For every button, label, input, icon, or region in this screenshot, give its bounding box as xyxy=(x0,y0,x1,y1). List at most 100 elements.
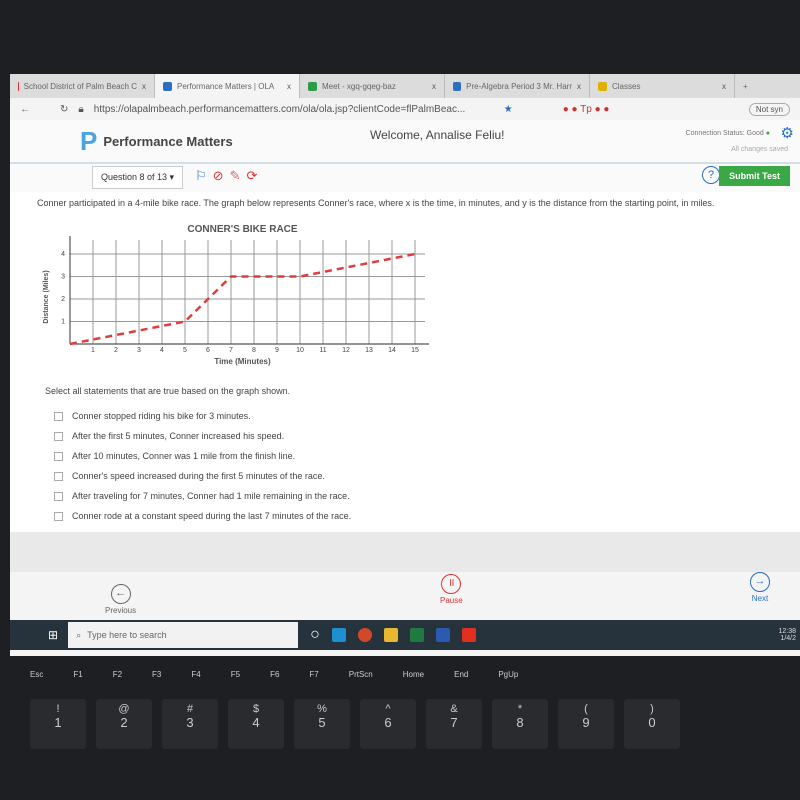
address-bar: ← ↻ 🔒︎ https://olapalmbeach.performancem… xyxy=(10,98,800,120)
question-content: Conner participated in a 4-mile bike rac… xyxy=(10,192,800,532)
profile-button[interactable]: Not syn xyxy=(748,102,790,116)
favicon-icon xyxy=(308,81,317,91)
keyboard-key: ! 1 xyxy=(30,699,86,749)
tab-label: Performance Matters | OLA xyxy=(177,81,275,91)
content-spacer xyxy=(10,532,800,572)
close-tab-icon[interactable]: x xyxy=(432,82,436,91)
system-clock[interactable]: 12:38 1/4/2 xyxy=(778,628,800,642)
browser-tab[interactable]: Meet - xgq-gqeg-baz x xyxy=(300,74,445,98)
office-icon[interactable] xyxy=(461,628,476,642)
x-tick-label: 12 xyxy=(342,347,350,354)
keyboard-key: ^ 6 xyxy=(360,699,416,749)
y-tick-label: 2 xyxy=(61,296,65,303)
save-status: All changes saved xyxy=(731,146,788,153)
reset-icon[interactable]: ⟳ xyxy=(246,168,257,184)
excel-icon[interactable] xyxy=(409,628,424,642)
x-tick-label: 4 xyxy=(160,347,164,354)
tab-label: Meet - xgq-gqeg-baz xyxy=(322,81,396,91)
option-label: Conner stopped riding his bike for 3 min… xyxy=(72,411,251,421)
x-axis-label: Time (Minutes) xyxy=(214,357,271,366)
logo: P Performance Matters xyxy=(80,126,233,157)
checkbox[interactable] xyxy=(54,471,63,481)
checkbox[interactable] xyxy=(54,411,63,421)
checkbox[interactable] xyxy=(54,511,63,521)
answer-option[interactable]: Conner rode at a constant speed during t… xyxy=(54,506,351,526)
taskbar-search[interactable]: ⌕ Type here to search xyxy=(68,622,299,648)
question-selector[interactable]: Question 8 of 13 ▾ xyxy=(92,166,184,189)
close-tab-icon[interactable]: x xyxy=(287,82,291,91)
option-label: After the first 5 minutes, Conner increa… xyxy=(72,431,285,441)
pause-icon: ॥ xyxy=(441,574,462,594)
checkbox[interactable] xyxy=(54,491,63,501)
word-icon[interactable] xyxy=(435,628,450,642)
x-tick-label: 3 xyxy=(137,347,141,354)
browser-tab[interactable]: School District of Palm Beach C x xyxy=(10,74,155,98)
x-tick-label: 6 xyxy=(206,347,210,354)
welcome-text: Welcome, Annalise Feliu! xyxy=(370,128,505,142)
answer-option[interactable]: Conner stopped riding his bike for 3 min… xyxy=(54,406,351,426)
pencil-icon[interactable]: ✎ xyxy=(230,168,241,184)
option-label: Conner rode at a constant speed during t… xyxy=(72,511,352,521)
y-tick-label: 3 xyxy=(61,274,65,281)
keyboard-key: % 5 xyxy=(294,699,350,749)
keyboard-key: F1 xyxy=(73,670,83,679)
keyboard-key: PgUp xyxy=(498,670,519,679)
question-text: Conner participated in a 4-mile bike rac… xyxy=(37,198,715,208)
cortana-icon[interactable]: ○ xyxy=(310,626,320,644)
favicon-icon xyxy=(163,81,172,91)
windows-taskbar: ⊞ ⌕ Type here to search ○ 12:38 1/4/2 xyxy=(10,620,800,650)
checkbox[interactable] xyxy=(54,431,63,441)
keyboard-key: * 8 xyxy=(492,699,548,749)
keyboard-key: (9 xyxy=(558,699,614,749)
close-tab-icon[interactable]: x xyxy=(142,82,146,91)
keyboard-key: #3 xyxy=(162,699,218,749)
connection-status: Connection Status: Good ● xyxy=(685,130,770,137)
option-label: Conner's speed increased during the firs… xyxy=(72,471,325,481)
browser-tab[interactable]: Pre-Algebra Period 3 Mr. Harr x xyxy=(445,74,590,98)
bookmark-star-icon[interactable]: ★ xyxy=(504,104,513,115)
checkbox[interactable] xyxy=(54,451,63,461)
y-tick-label: 1 xyxy=(61,319,65,326)
answer-options: Conner stopped riding his bike for 3 min… xyxy=(54,406,351,526)
x-tick-label: 1 xyxy=(91,347,95,354)
eliminate-icon[interactable]: ⊘ xyxy=(213,168,224,184)
next-button[interactable]: → Next xyxy=(750,572,770,603)
laptop-keyboard: Esc F1 F2 F3 F4 F5 F6 F7 PrtScn Home End PgUp ! 1 @2 #… xyxy=(0,670,800,749)
url-input[interactable]: https://olapalmbeach.performancematters.… xyxy=(94,104,494,115)
browser-tab[interactable]: Classes x xyxy=(590,74,735,98)
powerpoint-icon[interactable] xyxy=(357,628,372,642)
help-button[interactable]: ? xyxy=(702,166,720,184)
back-icon[interactable]: ← xyxy=(20,104,30,115)
x-tick-label: 13 xyxy=(365,347,373,354)
gear-icon[interactable]: ⚙ xyxy=(781,124,794,142)
answer-option[interactable]: Conner's speed increased during the firs… xyxy=(54,466,351,486)
nav-footer: ← Previous ॥ Pause → Next xyxy=(10,572,800,620)
keyboard-key: $4 xyxy=(228,699,284,749)
flag-icon[interactable]: ⚐ xyxy=(195,168,207,184)
keyboard-key: End xyxy=(454,670,469,679)
search-icon: ⌕ xyxy=(76,630,82,640)
close-tab-icon[interactable]: x xyxy=(722,82,726,91)
keyboard-key: F3 xyxy=(152,670,162,679)
keyboard-key: F6 xyxy=(270,670,280,679)
logo-text: Performance Matters xyxy=(103,134,233,149)
file-explorer-icon[interactable] xyxy=(383,628,398,642)
submit-test-button[interactable]: Submit Test xyxy=(719,166,790,186)
new-tab-button[interactable]: + xyxy=(735,82,756,91)
extensions-icons[interactable]: ● ● Tp ● ● xyxy=(563,104,610,115)
edge-icon[interactable] xyxy=(331,628,346,642)
answer-option[interactable]: After 10 minutes, Conner was 1 mile from… xyxy=(54,446,351,466)
x-tick-label: 7 xyxy=(229,347,233,354)
question-prompt: Select all statements that are true base… xyxy=(45,386,291,396)
answer-option[interactable]: After the first 5 minutes, Conner increa… xyxy=(54,426,351,446)
lock-icon: 🔒︎ xyxy=(78,103,84,115)
close-tab-icon[interactable]: x xyxy=(577,82,581,91)
reload-icon[interactable]: ↻ xyxy=(60,104,68,115)
keyboard-key: Esc xyxy=(30,670,44,679)
windows-start-icon[interactable]: ⊞ xyxy=(48,628,58,642)
browser-tab[interactable]: Performance Matters | OLA x xyxy=(155,74,300,98)
keyboard-key: Home xyxy=(402,670,425,679)
answer-option[interactable]: After traveling for 7 minutes, Conner ha… xyxy=(54,486,351,506)
previous-button[interactable]: ← Previous xyxy=(105,584,136,615)
pause-button[interactable]: ॥ Pause xyxy=(440,574,463,605)
